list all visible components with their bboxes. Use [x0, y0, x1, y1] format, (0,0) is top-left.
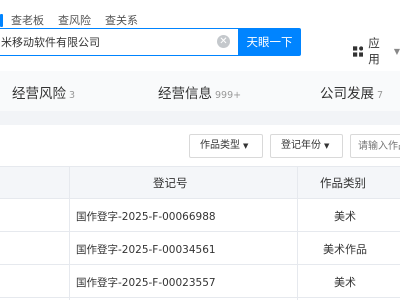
category-cell: 美术 — [334, 210, 356, 223]
reg-no-cell: 国作登字-2025-F-00066988 — [76, 211, 216, 223]
search-type-tabs: 查老板 查风险 查关系 — [0, 12, 152, 28]
chevron-down-icon: ▼ — [393, 46, 400, 56]
tab-operating-risk[interactable]: 经营风险 3 — [12, 82, 75, 102]
column-divider — [69, 166, 70, 300]
category-cell: 美术 — [334, 276, 356, 289]
active-tab-indicator — [0, 13, 3, 27]
table-row[interactable]: 国作登字-2025-F-00023557 美术 — [0, 265, 400, 298]
tab-count: 3 — [69, 90, 76, 101]
work-type-label: 作品类型 — [200, 140, 240, 151]
table-row[interactable]: 国作登字-2025-F-00066988 美术 — [0, 199, 400, 232]
tab-relation[interactable]: 查关系 — [105, 12, 138, 28]
section-tabs: 经营风险 3 经营信息 999+ 公司发展 7 — [0, 71, 400, 111]
column-divider — [297, 166, 298, 300]
category-cell: 美术作品 — [323, 243, 367, 256]
search-input[interactable] — [1, 29, 206, 54]
work-name-search-input[interactable] — [350, 134, 400, 158]
tab-label: 经营风险 — [12, 86, 66, 102]
work-type-filter[interactable]: 作品类型 ▼ — [189, 134, 263, 158]
header-reg-no: 登记号 — [153, 176, 188, 190]
reg-year-label: 登记年份 — [281, 140, 321, 151]
apps-label: 应用 — [368, 36, 380, 66]
reg-no-cell: 国作登字-2025-F-00034561 — [76, 244, 216, 256]
tab-operating-info[interactable]: 经营信息 999+ — [158, 82, 241, 102]
reg-year-filter[interactable]: 登记年份 ▼ — [270, 134, 343, 158]
grid-icon — [353, 45, 364, 57]
tab-risk[interactable]: 查风险 — [58, 12, 91, 28]
reg-no-cell: 国作登字-2025-F-00023557 — [76, 277, 216, 289]
clear-icon[interactable]: ✕ — [217, 35, 230, 48]
apps-menu[interactable]: 应用 ▼ — [353, 35, 400, 67]
tab-count: 999+ — [215, 90, 242, 101]
tab-label: 经营信息 — [158, 86, 212, 102]
top-header: 查老板 查风险 查关系 ✕ 天眼一下 应用 ▼ — [0, 0, 400, 71]
tab-label: 公司发展 — [320, 86, 374, 102]
tab-boss[interactable]: 查老板 — [11, 12, 44, 28]
tab-company-development[interactable]: 公司发展 7 — [320, 82, 383, 102]
table-header: 登记号 作品类别 — [0, 166, 400, 199]
table-row[interactable]: 国作登字-2025-F-00034561 美术作品 — [0, 232, 400, 265]
caret-down-icon: ▼ — [324, 142, 330, 150]
search-button[interactable]: 天眼一下 — [238, 28, 301, 56]
search-box: ✕ — [0, 28, 238, 56]
header-category: 作品类别 — [320, 176, 366, 190]
caret-down-icon: ▼ — [243, 142, 249, 150]
tab-count: 7 — [377, 90, 384, 101]
